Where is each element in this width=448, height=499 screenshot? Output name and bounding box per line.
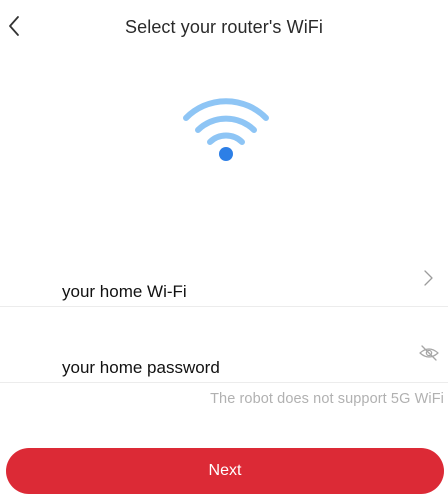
wifi-network-name: your home Wi-Fi (62, 282, 187, 301)
top-bar: Select your router's WiFi (0, 0, 448, 52)
eye-off-icon[interactable] (418, 344, 440, 362)
band-support-hint: The robot does not support 5G WiFi (210, 391, 444, 407)
chevron-right-icon (424, 270, 433, 286)
page-title: Select your router's WiFi (125, 17, 323, 37)
wifi-password-value: your home password (62, 358, 220, 377)
wifi-illustration (180, 92, 272, 164)
wifi-password-field[interactable]: your home password (0, 336, 448, 383)
wifi-icon (183, 98, 269, 161)
wifi-network-selector[interactable]: your home Wi-Fi (0, 258, 448, 307)
next-button[interactable]: Next (6, 448, 444, 494)
